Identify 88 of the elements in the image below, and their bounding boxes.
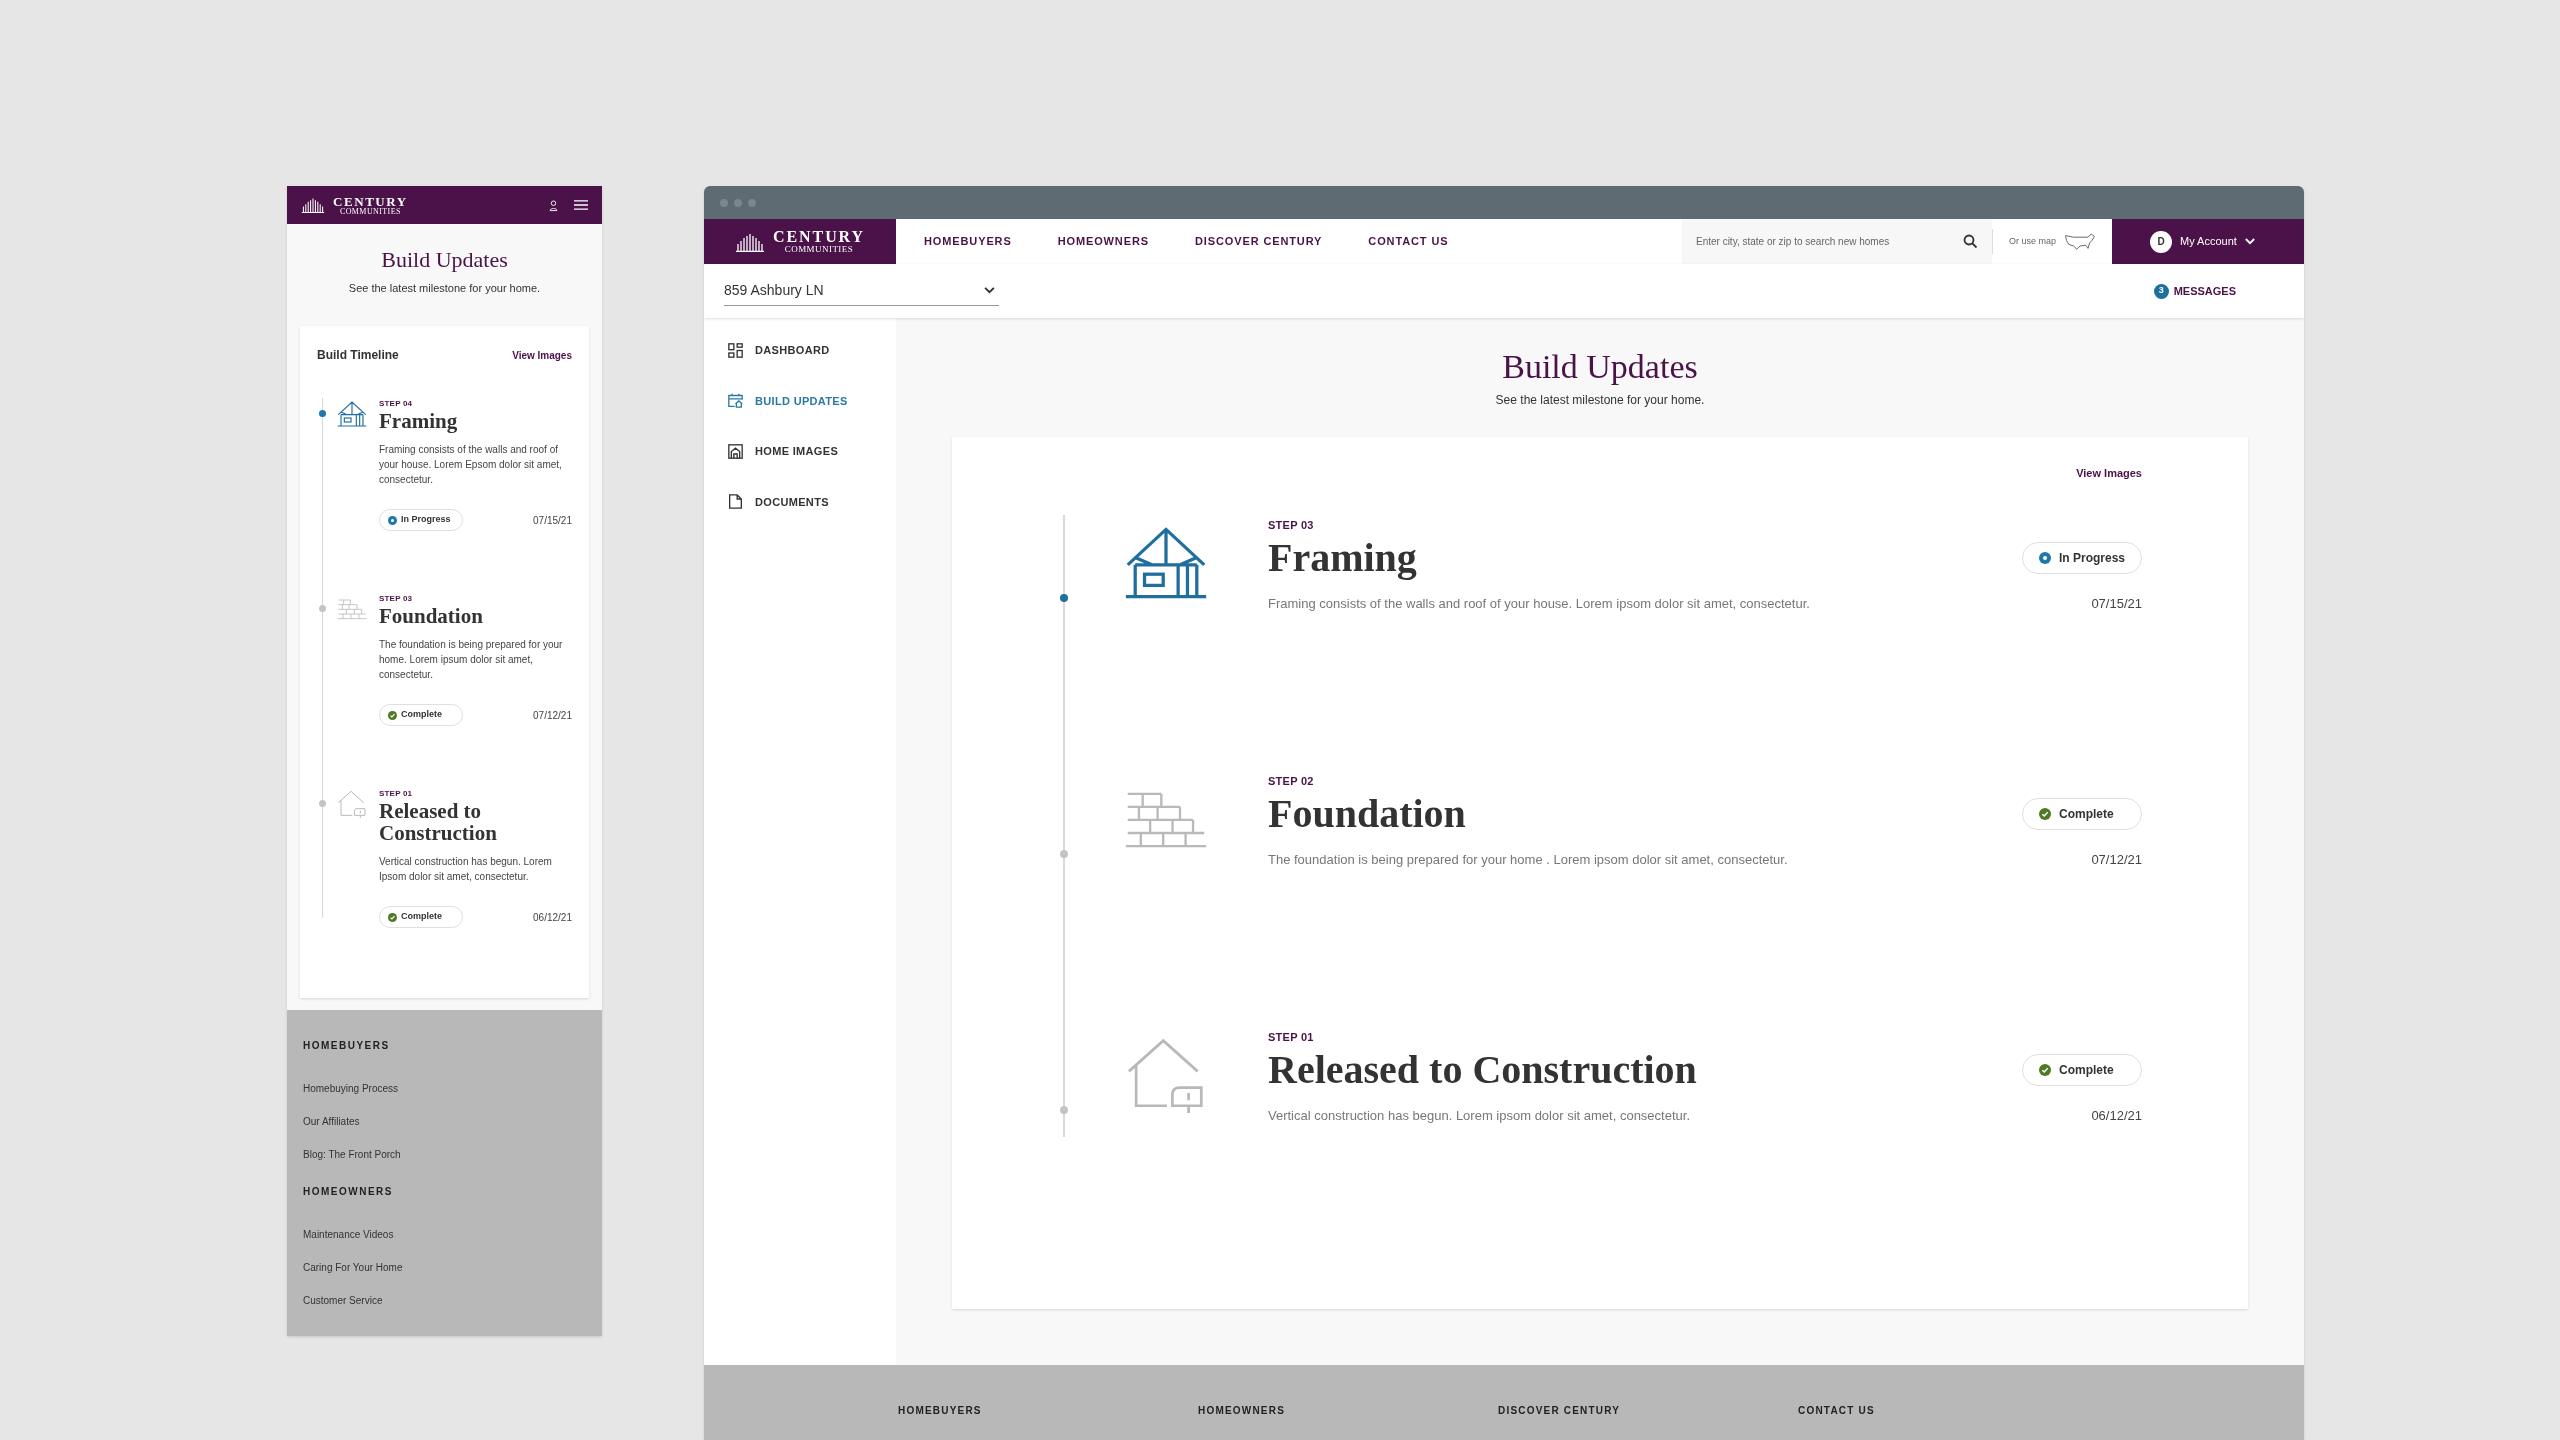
step-description: Framing consists of the walls and roof of your house. Lorem ipsom dolor sit amet, consectetur. bbox=[1268, 594, 1810, 613]
house-mailbox-icon bbox=[337, 790, 367, 819]
logo-icon bbox=[301, 197, 325, 213]
step-date: 07/12/21 bbox=[533, 708, 572, 723]
us-map-icon[interactable] bbox=[2064, 231, 2096, 252]
step-title: Foundation bbox=[1268, 789, 1466, 838]
check-icon bbox=[388, 912, 397, 922]
messages-link[interactable]: 3 MESSAGES bbox=[2153, 282, 2236, 300]
step-label: STEP 04 bbox=[379, 398, 414, 410]
view-images-link[interactable]: View Images bbox=[2076, 464, 2142, 481]
step-date: 07/15/21 bbox=[2091, 594, 2142, 613]
footer-link[interactable]: Homebuying Process bbox=[303, 1081, 399, 1097]
footer-link[interactable]: Blog: The Front Porch bbox=[303, 1147, 401, 1163]
view-images-link[interactable]: View Images bbox=[512, 347, 572, 363]
user-icon[interactable] bbox=[549, 198, 558, 212]
step-date: 07/12/21 bbox=[2091, 850, 2142, 869]
brand-name: CENTURY bbox=[773, 229, 865, 245]
progress-icon bbox=[388, 515, 397, 525]
nav-link[interactable]: HOMEBUYERS bbox=[924, 233, 1012, 250]
step-label: STEP 02 bbox=[1268, 774, 1314, 789]
check-icon bbox=[2039, 1063, 2051, 1076]
address-dropdown[interactable]: 859 Ashbury LN bbox=[724, 276, 999, 306]
footer-heading: DISCOVER CENTURY bbox=[1498, 1404, 1622, 1418]
step-description: The foundation is being prepared for your home. Lorem ipsum dolor sit amet, consectetur. bbox=[379, 638, 564, 683]
step-description: Framing consists of the walls and roof of your house. Lorem Epsom dolor sit amet, consectetur. bbox=[379, 443, 563, 488]
status-badge: In Progress bbox=[2022, 541, 2142, 574]
step-description: The foundation is being prepared for your home . Lorem ipsom dolor sit amet, consectetur. bbox=[1268, 850, 1788, 869]
footer-link[interactable]: Caring For Your Home bbox=[303, 1260, 403, 1276]
footer-link[interactable]: Customer Service bbox=[303, 1293, 383, 1309]
step-title: Released to Construction bbox=[379, 800, 498, 845]
document-icon bbox=[728, 494, 743, 510]
chevron-down-icon bbox=[2244, 238, 2255, 245]
count-badge: 3 bbox=[2153, 283, 2169, 299]
nav-link[interactable]: CONTACT US bbox=[1368, 233, 1449, 250]
check-icon bbox=[388, 710, 397, 720]
menu-icon[interactable] bbox=[574, 199, 588, 211]
sidebar-item[interactable]: BUILD UPDATES bbox=[728, 392, 896, 409]
logo-icon bbox=[735, 231, 765, 252]
status-badge: Complete bbox=[379, 704, 463, 727]
step-description: Vertical construction has begun. Lorem Ipsom dolor sit amet, consectetur. bbox=[379, 855, 553, 885]
status-badge: Complete bbox=[379, 906, 463, 929]
step-title: Released to Construction bbox=[1268, 1045, 1697, 1094]
house-frame-icon bbox=[1124, 525, 1208, 601]
step-label: STEP 01 bbox=[379, 788, 414, 801]
step-label: STEP 03 bbox=[1268, 518, 1314, 533]
step-date: 07/15/21 bbox=[533, 513, 572, 528]
step-title: Framing bbox=[1268, 533, 1417, 582]
dashboard-icon bbox=[728, 342, 743, 358]
nav-link[interactable]: HOMEOWNERS bbox=[1057, 233, 1149, 250]
status-badge: In Progress bbox=[379, 509, 463, 532]
status-badge: Complete bbox=[2022, 1053, 2142, 1086]
step-date: 06/12/21 bbox=[533, 910, 572, 925]
search-icon[interactable] bbox=[1962, 234, 1978, 249]
card-heading: Build Timeline bbox=[317, 347, 399, 364]
step-title: Foundation bbox=[379, 605, 484, 628]
footer-link[interactable]: Maintenance Videos bbox=[303, 1227, 394, 1243]
footer-link[interactable]: Our Affiliates bbox=[303, 1114, 360, 1130]
avatar: D bbox=[2150, 230, 2172, 253]
step-description: Vertical construction has begun. Lorem ipsom dolor sit amet, consectetur. bbox=[1268, 1106, 1690, 1125]
footer-heading: HOMEOWNERS bbox=[1198, 1404, 1286, 1418]
sidebar-item[interactable]: DASHBOARD bbox=[728, 342, 896, 359]
page-title: Build Updates bbox=[1502, 347, 1698, 387]
footer-heading: HOMEOWNERS bbox=[303, 1185, 394, 1200]
footer-heading: HOMEBUYERS bbox=[898, 1404, 983, 1418]
footer-heading: HOMEBUYERS bbox=[303, 1039, 391, 1054]
brand-tagline: COMMUNITIES bbox=[339, 207, 401, 216]
check-icon bbox=[2039, 807, 2051, 820]
house-image-icon bbox=[728, 443, 743, 459]
page-title: Build Updates bbox=[380, 246, 509, 274]
page-subtitle: See the latest milestone for your home. bbox=[347, 280, 542, 296]
map-link[interactable]: Or use map bbox=[2008, 234, 2056, 249]
chevron-down-icon bbox=[984, 287, 995, 294]
step-date: 06/12/21 bbox=[2091, 1106, 2142, 1125]
step-title: Framing bbox=[379, 410, 459, 433]
sidebar-item[interactable]: HOME IMAGES bbox=[728, 443, 896, 460]
footer-heading: CONTACT US bbox=[1798, 1404, 1876, 1418]
step-label: STEP 01 bbox=[1268, 1030, 1314, 1045]
brand-name: CENTURY bbox=[333, 194, 408, 208]
brand-tagline: COMMUNITIES bbox=[784, 245, 854, 254]
calendar-house-icon bbox=[728, 393, 743, 409]
page-subtitle: See the latest milestone for your home. bbox=[1495, 391, 1705, 409]
nav-link[interactable]: DISCOVER CENTURY bbox=[1194, 233, 1323, 250]
step-label: STEP 03 bbox=[379, 593, 414, 606]
status-badge: Complete bbox=[2022, 797, 2142, 830]
house-frame-icon bbox=[337, 400, 367, 428]
account-menu-button[interactable]: D My Account bbox=[2112, 219, 2304, 264]
progress-icon bbox=[2039, 551, 2051, 564]
sidebar-item[interactable]: DOCUMENTS bbox=[728, 493, 896, 510]
